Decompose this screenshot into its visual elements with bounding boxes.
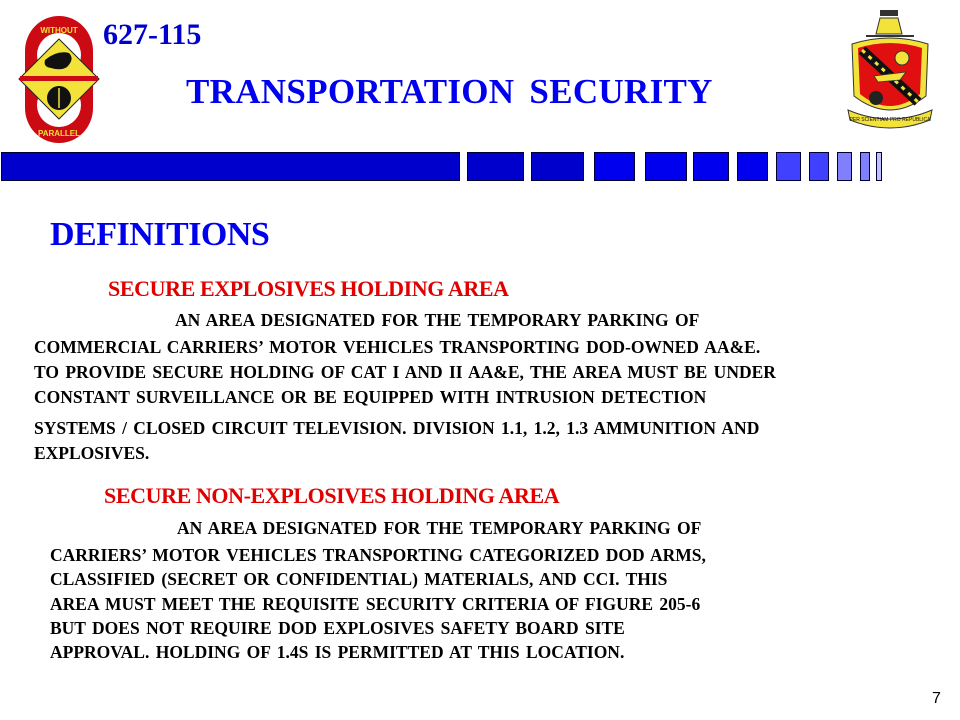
definition-line: BUT DOES NOT REQUIRE DOD EXPLOSIVES SAFE… (50, 618, 625, 638)
svg-text:PER SCIENTIAM PRO REPUBLICA: PER SCIENTIAM PRO REPUBLICA (850, 117, 932, 123)
bar-segment (467, 152, 524, 181)
bar-segment (776, 152, 801, 181)
course-number: 627-115 (103, 18, 202, 51)
definition-line: CLASSIFIED (SECRET OR CONFIDENTIAL) MATE… (50, 569, 668, 589)
bar-segment (876, 152, 882, 181)
svg-text:PARALLEL: PARALLEL (38, 129, 80, 138)
bar-segment (531, 152, 584, 181)
bar-segment (860, 152, 870, 181)
subheading-non-explosives: SECURE NON-EXPLOSIVES HOLDING AREA (104, 483, 560, 508)
bar-segment-main (1, 152, 460, 181)
definition-line: EXPLOSIVES. (34, 443, 150, 463)
unit-insignia-icon: WITHOUT PARALLEL (17, 15, 101, 143)
definition-line: COMMERCIAL CARRIERS’ MOTOR VEHICLES TRAN… (34, 337, 761, 357)
definition-line: CONSTANT SURVEILLANCE OR BE EQUIPPED WIT… (34, 387, 707, 407)
svg-text:WITHOUT: WITHOUT (40, 26, 77, 35)
bar-segment (737, 152, 768, 181)
crest-icon: PER SCIENTIAM PRO REPUBLICA (840, 6, 940, 130)
subheading-explosives: SECURE EXPLOSIVES HOLDING AREA (108, 276, 509, 301)
definition-line: TO PROVIDE SECURE HOLDING OF CAT I AND I… (34, 362, 776, 382)
bar-segment (594, 152, 635, 181)
page-title: TRANSPORTATION SECURITY (186, 72, 713, 111)
definition-line: AN AREA DESIGNATED FOR THE TEMPORARY PAR… (177, 518, 702, 538)
page-number: 7 (932, 690, 941, 707)
bar-segment (693, 152, 729, 181)
bar-segment (809, 152, 829, 181)
definition-line: AREA MUST MEET THE REQUISITE SECURITY CR… (50, 594, 701, 614)
section-heading: DEFINITIONS (50, 216, 270, 253)
definition-line: APPROVAL. HOLDING OF 1.4S IS PERMITTED A… (50, 642, 625, 662)
definition-line: CARRIERS’ MOTOR VEHICLES TRANSPORTING CA… (50, 545, 706, 565)
definition-line: SYSTEMS / CLOSED CIRCUIT TELEVISION. DIV… (34, 418, 760, 438)
bar-segment (837, 152, 852, 181)
bar-segment (645, 152, 687, 181)
definition-line: AN AREA DESIGNATED FOR THE TEMPORARY PAR… (175, 310, 700, 330)
